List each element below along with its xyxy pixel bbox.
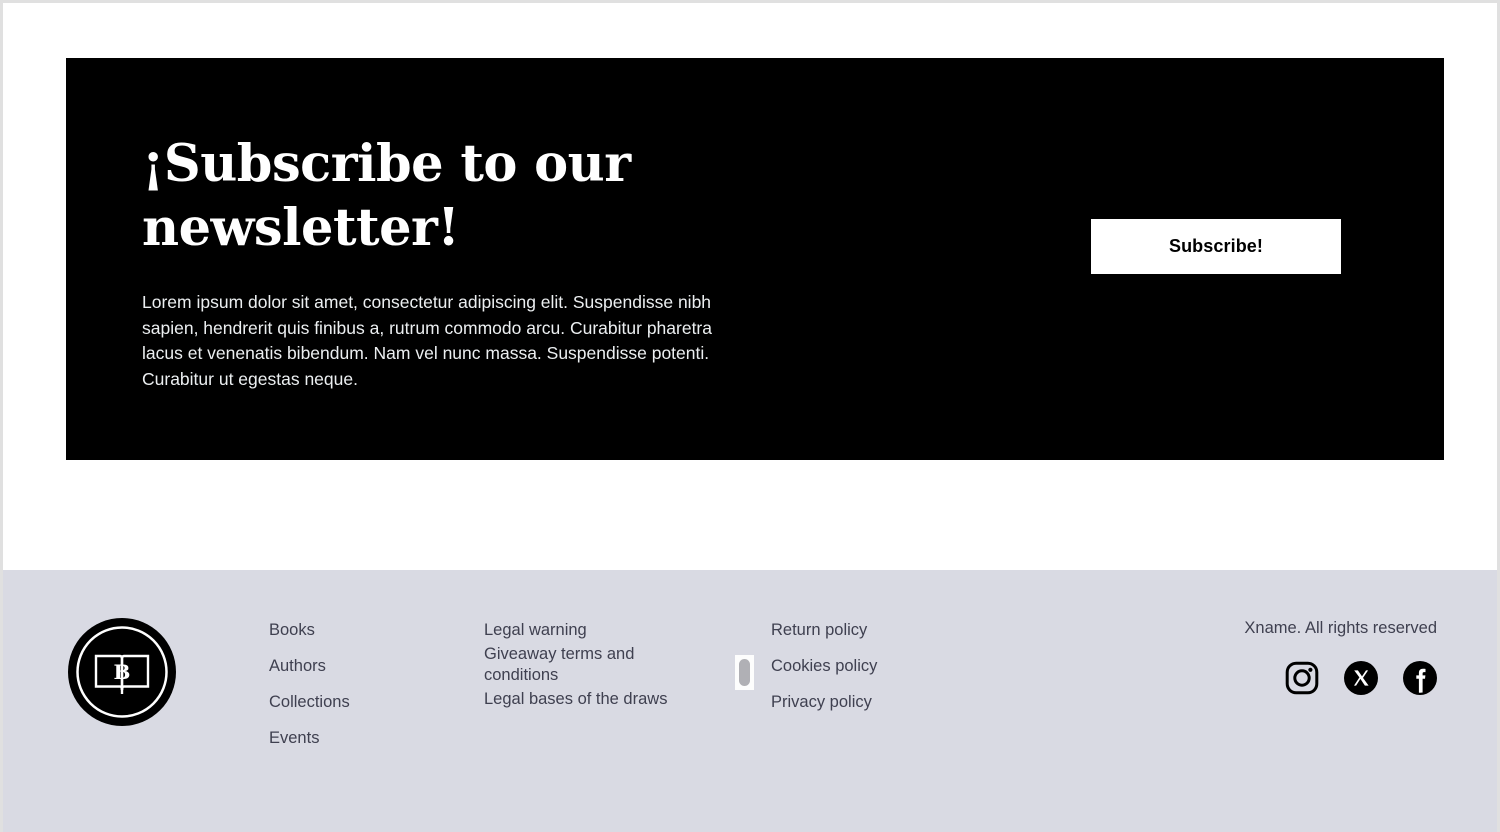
social-link-instagram[interactable] [1285,661,1319,695]
facebook-icon [1403,661,1437,695]
footer-link-events[interactable]: Events [269,728,484,749]
newsletter-section: ¡Subscribe to our newsletter! Lorem ipsu… [3,3,1497,570]
footer-nav: Books Authors Collections Events Legal w… [176,612,1175,764]
scroll-thumb [739,659,750,686]
footer-link-giveaway-terms[interactable]: Giveaway terms and conditions [484,644,654,686]
footer-link-legal-warning[interactable]: Legal warning [484,620,771,641]
subscribe-button[interactable]: Subscribe! [1091,219,1341,274]
footer-logo[interactable]: B [68,618,176,726]
footer-right-block: Xname. All rights reserved [1175,612,1437,695]
footer-column-policy-links: Return policy Cookies policy Privacy pol… [771,620,1001,764]
scroll-handle[interactable] [735,655,754,690]
site-footer: B Books Authors Collections Events Legal… [3,570,1497,832]
footer-link-legal-bases[interactable]: Legal bases of the draws [484,689,771,710]
logo-letter: B [114,660,131,684]
footer-link-return-policy[interactable]: Return policy [771,620,1001,641]
instagram-icon [1285,661,1319,695]
footer-link-authors[interactable]: Authors [269,656,484,677]
copyright-text: Xname. All rights reserved [1244,619,1437,637]
subscribe-button-wrapper: Subscribe! [1091,219,1341,274]
footer-link-cookies-policy[interactable]: Cookies policy [771,656,1001,677]
footer-link-privacy-policy[interactable]: Privacy policy [771,692,1001,713]
newsletter-heading: ¡Subscribe to our newsletter! [142,134,631,258]
footer-column-legal-links: Legal warning Giveaway terms and conditi… [484,620,771,764]
x-twitter-icon [1344,661,1378,695]
footer-link-collections[interactable]: Collections [269,692,484,713]
social-links [1175,661,1437,695]
newsletter-copy-block: ¡Subscribe to our newsletter! Lorem ipsu… [66,126,746,392]
newsletter-description: Lorem ipsum dolor sit amet, consectetur … [142,292,712,389]
footer-link-books[interactable]: Books [269,620,484,641]
book-logo-icon: B [68,618,176,726]
social-link-facebook[interactable] [1403,661,1437,695]
footer-column-site-links: Books Authors Collections Events [269,620,484,764]
social-link-x-twitter[interactable] [1344,661,1378,695]
newsletter-panel: ¡Subscribe to our newsletter! Lorem ipsu… [66,58,1444,460]
